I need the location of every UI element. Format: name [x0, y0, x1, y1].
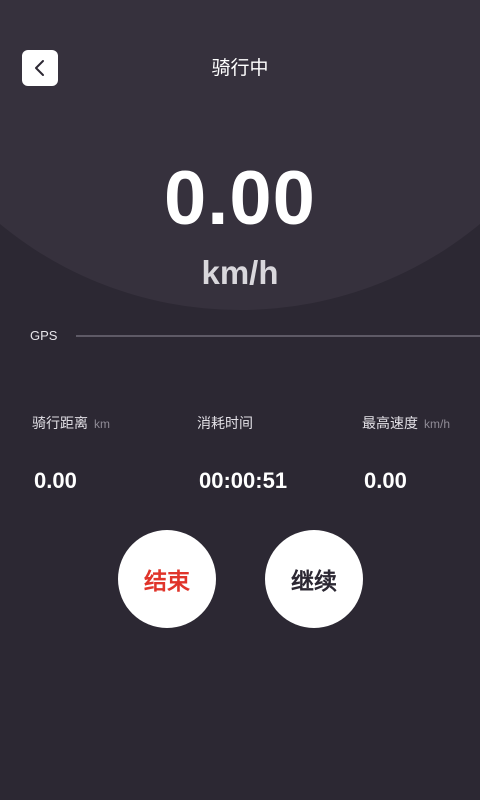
stat-distance: 骑行距离 km 0.00 — [32, 414, 110, 493]
stat-max-speed-unit: km/h — [424, 417, 451, 431]
stat-max-speed-label: 最高速度 — [362, 416, 418, 432]
stat-distance-label-row: 骑行距离 km — [32, 414, 110, 434]
stat-max-speed-label-row: 最高速度 km/h — [362, 414, 450, 434]
stat-time: 消耗时间 00:00:51 — [197, 414, 287, 493]
gps-label: GPS — [30, 328, 58, 343]
current-speed-unit: km/h — [201, 254, 279, 291]
stat-time-label: 消耗时间 — [197, 416, 253, 432]
stat-max-speed-value: 0.00 — [364, 468, 407, 493]
continue-button[interactable]: 继续 — [265, 530, 363, 628]
stat-distance-value: 0.00 — [34, 468, 77, 493]
end-button[interactable]: 结束 — [118, 530, 216, 628]
stat-distance-unit: km — [94, 417, 110, 431]
stat-time-value: 00:00:51 — [199, 468, 288, 493]
stat-max-speed: 最高速度 km/h 0.00 — [362, 414, 450, 493]
gps-signal-line — [76, 335, 480, 337]
stat-distance-label: 骑行距离 — [32, 416, 88, 432]
current-speed-value: 0.00 — [164, 156, 316, 241]
page-title: 骑行中 — [211, 57, 269, 79]
riding-screen: 骑行中 0.00 km/h GPS 骑行距离 km 0.00 消耗时间 00:00… — [0, 0, 480, 800]
